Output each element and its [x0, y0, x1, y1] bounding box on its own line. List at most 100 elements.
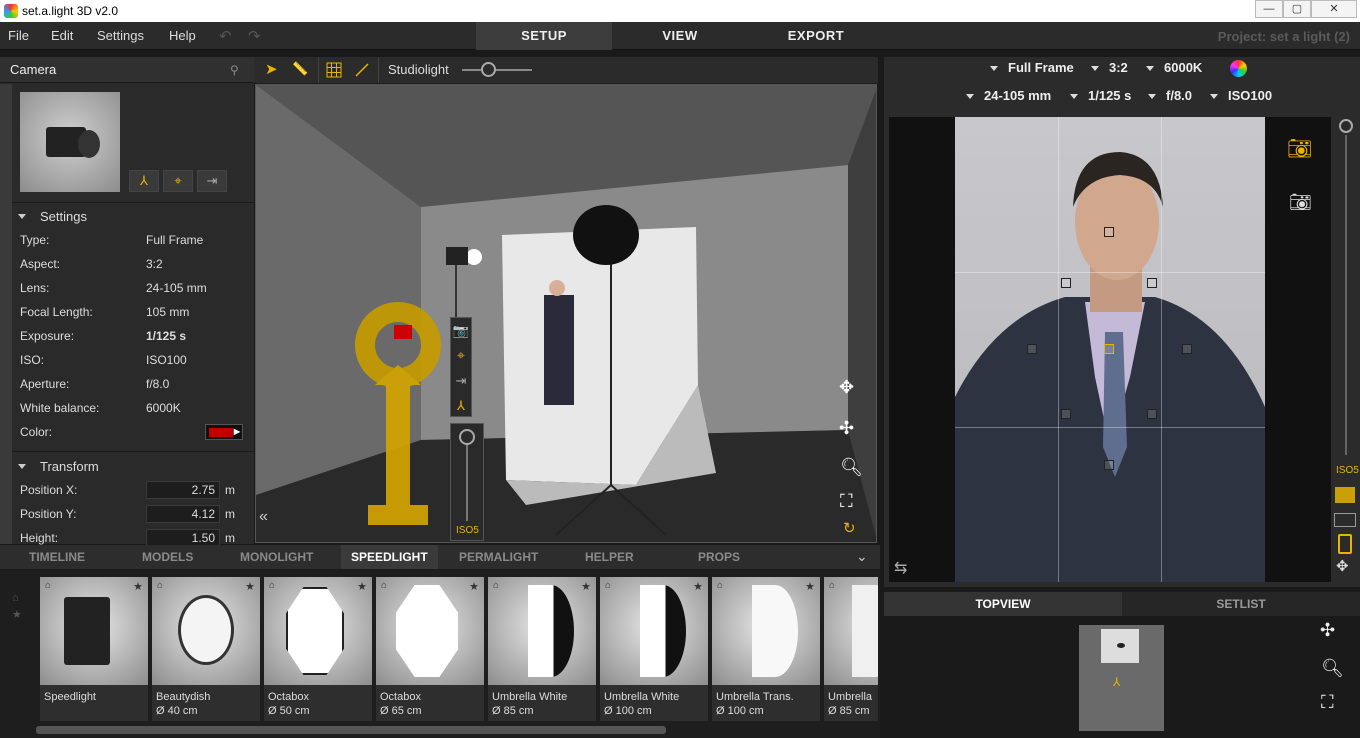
topview-map[interactable]: ⅄: [1079, 625, 1164, 731]
swap-arrows-icon[interactable]: ⇆: [894, 558, 907, 578]
reset-view-icon[interactable]: ↻: [843, 519, 856, 537]
tab-view[interactable]: VIEW: [612, 22, 748, 50]
white-balance-dropdown[interactable]: 6000K: [1146, 57, 1202, 79]
library-item[interactable]: ⌂ Umbrella Ø 85 cm: [824, 577, 878, 721]
light-slider-handle[interactable]: [481, 62, 496, 77]
tripod-icon[interactable]: ⅄: [451, 393, 471, 418]
camera-capture-icon[interactable]: 📷︎: [1287, 136, 1312, 161]
home-icon[interactable]: ⌂: [605, 580, 611, 591]
library-item[interactable]: ⌂ ★ Beautydish Ø 40 cm: [152, 577, 260, 721]
exposure-slider-track[interactable]: [1345, 135, 1347, 455]
library-item[interactable]: ⌂ ★ Octabox Ø 65 cm: [376, 577, 484, 721]
home-icon[interactable]: ⌂: [493, 580, 499, 591]
tab-models[interactable]: MODELS: [142, 545, 193, 569]
library-item[interactable]: ⌂ ★ Speedlight: [40, 577, 148, 721]
select-cursor-icon[interactable]: ➤: [265, 60, 278, 78]
color-picker[interactable]: ▶: [205, 424, 243, 440]
shutter-dropdown[interactable]: 1/125 s: [1070, 85, 1131, 107]
grid-overlay-icon[interactable]: [1335, 487, 1355, 503]
target-icon[interactable]: ⌖: [163, 170, 193, 192]
focus-point[interactable]: [1027, 344, 1037, 354]
star-icon[interactable]: ★: [357, 580, 367, 593]
focus-point[interactable]: [1061, 278, 1071, 288]
focus-point[interactable]: [1147, 409, 1157, 419]
position-y-field[interactable]: 4.12: [146, 505, 220, 523]
undo-icon[interactable]: ↶: [219, 27, 232, 45]
menu-help[interactable]: Help: [169, 28, 196, 43]
align-icon[interactable]: ⇥: [451, 368, 471, 393]
format-dropdown[interactable]: Full Frame: [990, 57, 1074, 79]
height-slider-handle[interactable]: [459, 429, 475, 445]
shelf-scrollbar[interactable]: [36, 726, 666, 734]
exposure-slider-handle[interactable]: [1339, 119, 1353, 133]
tab-topview[interactable]: TOPVIEW: [884, 592, 1122, 616]
star-icon[interactable]: ★: [133, 580, 143, 593]
menu-edit[interactable]: Edit: [51, 28, 73, 43]
transform-section-header[interactable]: Transform: [18, 459, 99, 474]
light-slider-track[interactable]: [462, 69, 532, 71]
pin-icon[interactable]: ⚲: [230, 63, 239, 77]
tab-setup[interactable]: SETUP: [476, 22, 612, 50]
tab-monolight[interactable]: MONOLIGHT: [240, 545, 313, 569]
aperture-dropdown[interactable]: f/8.0: [1148, 85, 1192, 107]
fit-view-icon[interactable]: ⛶: [840, 491, 853, 512]
zoom-icon[interactable]: 🔍︎: [1321, 658, 1344, 679]
iso-dropdown[interactable]: ISO100: [1210, 85, 1272, 107]
focus-point[interactable]: [1147, 278, 1157, 288]
align-icon[interactable]: ⇥: [197, 170, 227, 192]
home-icon[interactable]: ⌂: [45, 580, 51, 591]
portrait-orientation-icon[interactable]: [1338, 534, 1352, 554]
library-item[interactable]: ⌂ ★ Umbrella Trans. Ø 100 cm: [712, 577, 820, 721]
star-icon[interactable]: ★: [581, 580, 591, 593]
zoom-icon[interactable]: 🔍︎: [840, 457, 863, 478]
home-icon[interactable]: ⌂: [381, 580, 387, 591]
home-icon[interactable]: ⌂: [717, 580, 723, 591]
aspect-dropdown[interactable]: 3:2: [1091, 57, 1128, 79]
tab-helper[interactable]: HELPER: [585, 545, 634, 569]
focus-point[interactable]: [1104, 460, 1114, 470]
fit-view-icon[interactable]: ⛶: [1321, 692, 1334, 713]
orbit-icon[interactable]: ✥: [839, 377, 854, 398]
star-icon[interactable]: ★: [469, 580, 479, 593]
grid-icon[interactable]: [326, 62, 342, 78]
lens-dropdown[interactable]: 24-105 mm: [966, 85, 1051, 107]
focus-point[interactable]: [1061, 409, 1071, 419]
tab-export[interactable]: EXPORT: [748, 22, 884, 50]
color-wheel-icon[interactable]: [1230, 60, 1247, 77]
histogram-icon[interactable]: [1334, 513, 1356, 527]
menu-file[interactable]: File: [8, 28, 29, 43]
tab-speedlight[interactable]: SPEEDLIGHT: [341, 545, 438, 569]
redo-icon[interactable]: ↷: [248, 27, 261, 45]
maximize-button[interactable]: ▢: [1283, 0, 1311, 18]
library-item[interactable]: ⌂ ★ Umbrella White Ø 85 cm: [488, 577, 596, 721]
camera-snapshot-icon[interactable]: 📷︎: [1289, 192, 1312, 213]
camera-marker-icon[interactable]: ⅄: [1113, 675, 1120, 689]
library-item[interactable]: ⌂ ★ Octabox Ø 50 cm: [264, 577, 372, 721]
home-filter-icon[interactable]: ⌂: [12, 592, 19, 604]
collapse-down-icon[interactable]: ⌄: [856, 548, 868, 565]
move-icon[interactable]: ✥: [1336, 557, 1349, 575]
close-button[interactable]: ✕: [1311, 0, 1357, 18]
target-icon[interactable]: ⌖: [451, 343, 471, 368]
home-icon[interactable]: ⌂: [269, 580, 275, 591]
menu-settings[interactable]: Settings: [97, 28, 144, 43]
measure-icon[interactable]: 📏: [292, 61, 308, 77]
minimize-button[interactable]: —: [1255, 0, 1283, 18]
collapse-left-icon[interactable]: «: [259, 508, 268, 526]
height-slider[interactable]: ISO5: [450, 423, 484, 541]
tab-permalight[interactable]: PERMALIGHT: [459, 545, 538, 569]
star-icon[interactable]: ★: [245, 580, 255, 593]
pan-icon[interactable]: ✣: [1320, 620, 1335, 641]
settings-section-header[interactable]: Settings: [18, 209, 87, 224]
tripod-icon[interactable]: ⅄: [129, 170, 159, 192]
focus-point[interactable]: [1104, 227, 1114, 237]
position-x-field[interactable]: 2.75: [146, 481, 220, 499]
tab-setlist[interactable]: SETLIST: [1122, 592, 1360, 616]
focus-point-active[interactable]: [1104, 344, 1114, 354]
home-icon[interactable]: ⌂: [157, 580, 163, 591]
star-icon[interactable]: ★: [693, 580, 703, 593]
star-filter-icon[interactable]: ★: [12, 608, 22, 621]
focus-point[interactable]: [1182, 344, 1192, 354]
camera-gizmo-icon[interactable]: 📷: [451, 318, 471, 343]
star-icon[interactable]: ★: [805, 580, 815, 593]
